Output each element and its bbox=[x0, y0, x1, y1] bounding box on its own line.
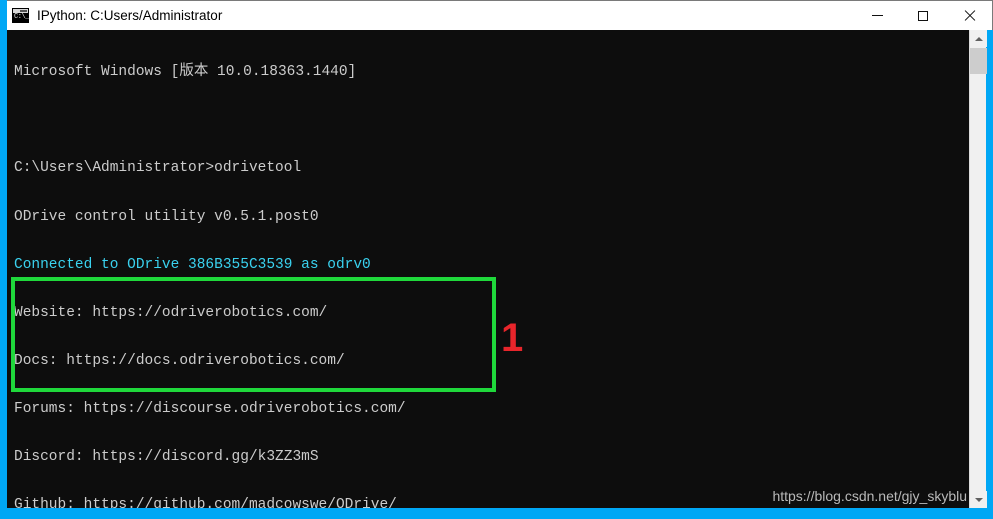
window-controls bbox=[854, 1, 992, 30]
cmd-icon-dots bbox=[20, 10, 27, 12]
terminal-line-docs: Docs: https://docs.odriverobotics.com/ bbox=[14, 352, 345, 369]
terminal-line-forums: Forums: https://discourse.odriverobotics… bbox=[14, 401, 406, 418]
terminal-line-blank-1 bbox=[14, 112, 475, 128]
cmd-console-icon: C:\_ bbox=[12, 8, 29, 23]
terminal-line-cmd-prompt: C:\Users\Administrator>odrivetool bbox=[14, 160, 302, 177]
terminal-line-github: Github: https://github.com/madcowswe/ODr… bbox=[14, 497, 397, 508]
chevron-up-icon bbox=[974, 36, 983, 41]
annotation-number-1: 1 bbox=[501, 316, 524, 360]
watermark-text: https://blog.csdn.net/gjy_skyblu bbox=[772, 488, 967, 504]
terminal-line-version: Microsoft Windows [版本 10.0.18363.1440] bbox=[14, 64, 357, 81]
maximize-icon bbox=[918, 10, 928, 21]
close-button[interactable] bbox=[946, 1, 992, 30]
terminal-line-connected: Connected to ODrive 386B355C3539 as odrv… bbox=[14, 256, 371, 273]
terminal-line-discord: Discord: https://discord.gg/k3ZZ3mS bbox=[14, 449, 319, 466]
vertical-scrollbar[interactable] bbox=[969, 30, 987, 508]
scrollbar-up-button[interactable] bbox=[970, 30, 987, 47]
terminal-output-area[interactable]: Microsoft Windows [版本 10.0.18363.1440] C… bbox=[7, 30, 969, 508]
terminal-line-utility: ODrive control utility v0.5.1.post0 bbox=[14, 208, 319, 225]
scrollbar-down-button[interactable] bbox=[970, 491, 987, 508]
chevron-down-icon bbox=[974, 497, 983, 502]
close-icon bbox=[963, 9, 976, 22]
maximize-button[interactable] bbox=[900, 1, 946, 30]
terminal-line-website: Website: https://odriverobotics.com/ bbox=[14, 304, 328, 321]
terminal-text-block: Microsoft Windows [版本 10.0.18363.1440] C… bbox=[14, 32, 475, 508]
scrollbar-thumb[interactable] bbox=[970, 48, 987, 74]
cmd-icon-text: C:\_ bbox=[14, 13, 29, 21]
window-title: IPython: C:Users/Administrator bbox=[37, 8, 223, 23]
minimize-icon bbox=[871, 15, 883, 16]
titlebar-left-group: C:\_ IPython: C:Users/Administrator bbox=[7, 8, 854, 23]
window-titlebar[interactable]: C:\_ IPython: C:Users/Administrator bbox=[7, 0, 993, 30]
minimize-button[interactable] bbox=[854, 1, 900, 30]
terminal-window: C:\_ IPython: C:Users/Administrator Micr… bbox=[0, 0, 993, 519]
